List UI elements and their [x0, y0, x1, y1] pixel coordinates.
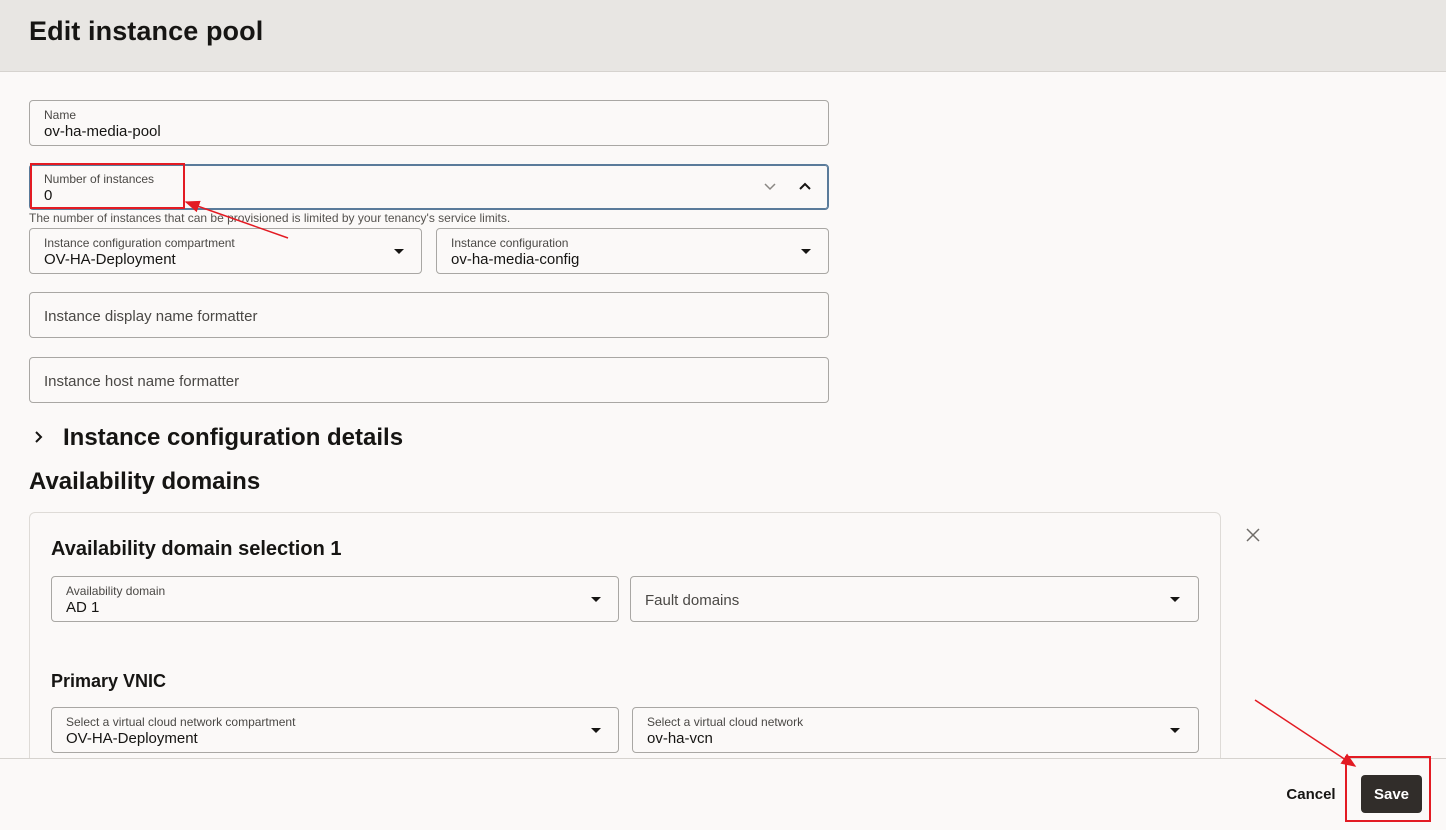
instance-config-label: Instance configuration — [451, 236, 569, 250]
availability-domain-label: Availability domain — [66, 584, 166, 598]
display-name-formatter-input[interactable]: Instance display name formatter — [29, 292, 829, 338]
footer-bar: Cancel Save — [0, 758, 1446, 830]
fault-domains-placeholder: Fault domains — [645, 592, 740, 609]
config-compartment-label: Instance configuration compartment — [44, 236, 235, 250]
vcn-select[interactable]: Select a virtual cloud network ov-ha-vcn — [632, 707, 1199, 753]
instance-config-select[interactable]: Instance configuration ov-ha-media-confi… — [436, 228, 829, 274]
chevron-down-icon — [591, 728, 601, 733]
vcn-label: Select a virtual cloud network — [647, 715, 804, 729]
close-icon[interactable] — [1246, 528, 1260, 542]
vcn-compartment-select[interactable]: Select a virtual cloud network compartme… — [51, 707, 619, 753]
chevron-down-icon — [801, 249, 811, 254]
display-name-formatter-placeholder: Instance display name formatter — [44, 308, 258, 325]
cancel-button[interactable]: Cancel — [1276, 783, 1346, 805]
chevron-down-icon — [394, 249, 404, 254]
vcn-compartment-value: OV-HA-Deployment — [66, 730, 198, 747]
name-field[interactable]: Name ov-ha-media-pool — [29, 100, 829, 146]
vcn-compartment-label: Select a virtual cloud network compartme… — [66, 715, 296, 729]
chevron-down-icon — [1170, 728, 1180, 733]
config-details-expander[interactable]: Instance configuration details — [29, 424, 449, 452]
instances-highlight-box — [30, 163, 185, 209]
chevron-down-icon — [1170, 597, 1180, 602]
instances-helper-text: The number of instances that can be prov… — [29, 211, 511, 225]
arrow-to-save — [1254, 699, 1357, 767]
availability-domain-card: Availability domain selection 1 Availabi… — [29, 512, 1221, 772]
primary-vnic-heading: Primary VNIC — [51, 671, 167, 691]
chevron-down-icon — [591, 597, 601, 602]
name-label: Name — [44, 108, 77, 122]
host-name-formatter-input[interactable]: Instance host name formatter — [29, 357, 829, 403]
increment-icon[interactable] — [798, 179, 812, 193]
instance-config-value: ov-ha-media-config — [451, 251, 580, 268]
vcn-value: ov-ha-vcn — [647, 730, 713, 747]
page-header: Edit instance pool — [0, 0, 1446, 72]
host-name-formatter-placeholder: Instance host name formatter — [44, 373, 240, 390]
page-title: Edit instance pool — [29, 16, 264, 46]
config-compartment-select[interactable]: Instance configuration compartment OV-HA… — [29, 228, 422, 274]
save-highlight-box — [1345, 756, 1431, 822]
chevron-right-icon — [31, 430, 45, 449]
decrement-icon[interactable] — [763, 179, 777, 193]
availability-domain-select[interactable]: Availability domain AD 1 — [51, 576, 619, 622]
config-details-title: Instance configuration details — [63, 424, 404, 451]
ad-selection-title: Availability domain selection 1 — [51, 538, 342, 560]
availability-domain-value: AD 1 — [66, 599, 100, 616]
config-compartment-value: OV-HA-Deployment — [44, 251, 176, 268]
fault-domains-select[interactable]: Fault domains — [630, 576, 1199, 622]
name-value: ov-ha-media-pool — [44, 123, 161, 140]
availability-domains-heading: Availability domains — [29, 468, 261, 495]
